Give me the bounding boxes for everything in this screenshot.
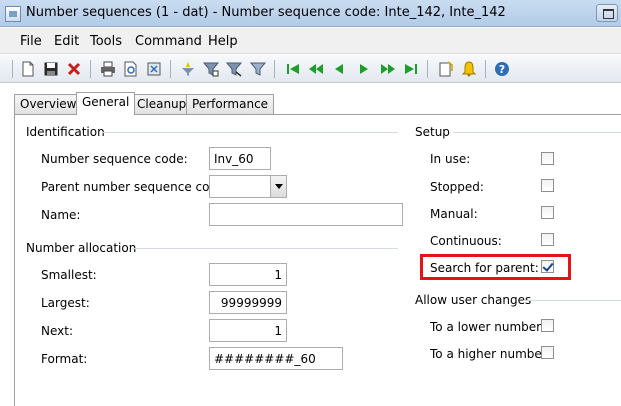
to-a-lower-number-label: To a lower number: (430, 320, 545, 334)
identification-heading: Identification (26, 125, 105, 139)
number-sequence-code-input[interactable] (209, 147, 271, 170)
parent-number-sequence-combo[interactable] (209, 175, 287, 198)
setup-heading: Setup (415, 125, 450, 139)
first-record-icon[interactable] (285, 61, 301, 77)
menu-command[interactable]: Command (135, 34, 202, 49)
allow-user-changes-divider (523, 300, 621, 301)
next-label: Next: (41, 324, 73, 338)
menu-tools[interactable]: Tools (90, 34, 122, 49)
continuous-checkbox[interactable] (541, 233, 554, 246)
next-record-icon[interactable] (356, 61, 372, 77)
next-page-icon[interactable] (380, 61, 396, 77)
window-title: Number sequences (1 - dat) - Number sequ… (26, 5, 506, 20)
allow-user-changes-heading: Allow user changes (415, 293, 532, 307)
advanced-filter-icon[interactable] (226, 61, 242, 77)
name-label: Name: (41, 208, 81, 222)
chevron-down-icon[interactable] (270, 176, 286, 197)
smallest-input[interactable] (209, 263, 287, 286)
tab-general[interactable]: General (76, 92, 136, 115)
identification-divider (102, 132, 398, 133)
in-use-checkbox[interactable] (541, 152, 554, 165)
format-label: Format: (41, 352, 88, 366)
name-input[interactable] (209, 203, 403, 226)
to-a-higher-number-checkbox[interactable] (541, 346, 554, 359)
smallest-label: Smallest: (41, 268, 97, 282)
document-handling-icon[interactable] (438, 61, 454, 77)
print-icon[interactable] (100, 61, 116, 77)
alert-icon[interactable] (461, 61, 477, 77)
largest-input[interactable] (209, 291, 287, 314)
menu-help[interactable]: Help (208, 34, 238, 49)
to-a-higher-number-label: To a higher number: (430, 347, 551, 361)
title-bar: Number sequences (1 - dat) - Number sequ… (0, 0, 621, 27)
maximize-button[interactable] (596, 4, 618, 22)
previous-record-icon[interactable] (331, 61, 347, 77)
tab-performance[interactable]: Performance (186, 94, 275, 114)
print-preview-icon[interactable] (123, 61, 139, 77)
menu-file[interactable]: File (20, 34, 42, 49)
number-allocation-heading: Number allocation (26, 241, 137, 255)
menu-bar: File Edit Tools Command Help (0, 28, 621, 54)
svg-text:?: ? (499, 63, 505, 76)
search-for-parent-highlight (420, 254, 571, 280)
to-a-lower-number-checkbox[interactable] (541, 319, 554, 332)
export-icon[interactable] (146, 61, 162, 77)
filter-by-selection-icon[interactable] (180, 61, 196, 77)
stopped-checkbox[interactable] (541, 179, 554, 192)
delete-icon[interactable] (66, 61, 82, 77)
new-record-icon[interactable] (20, 61, 36, 77)
save-icon[interactable] (43, 61, 59, 77)
manual-checkbox[interactable] (541, 206, 554, 219)
manual-label: Manual: (430, 207, 478, 221)
toolbar-grip (12, 60, 13, 78)
previous-page-icon[interactable] (308, 61, 324, 77)
toolbar-separator (90, 60, 91, 78)
menu-edit[interactable]: Edit (54, 34, 79, 49)
app-icon (5, 6, 21, 22)
continuous-label: Continuous: (430, 234, 502, 248)
parent-number-sequence-code-label: Parent number sequence code: (41, 180, 229, 194)
largest-label: Largest: (41, 296, 90, 310)
tab-cleanup[interactable]: Cleanup (131, 94, 193, 114)
number-sequence-code-label: Number sequence code: (41, 152, 188, 166)
next-input[interactable] (209, 319, 287, 342)
tab-overview[interactable]: Overview (14, 94, 83, 114)
toolbar-separator (485, 60, 486, 78)
remove-filter-icon[interactable] (250, 61, 266, 77)
format-input[interactable] (209, 347, 343, 370)
number-allocation-divider (132, 248, 398, 249)
toolbar-separator (427, 60, 428, 78)
toolbar-separator (170, 60, 171, 78)
last-record-icon[interactable] (403, 61, 419, 77)
stopped-label: Stopped: (430, 180, 484, 194)
filter-by-grid-icon[interactable] (203, 61, 219, 77)
help-icon[interactable]: ? (494, 61, 510, 77)
in-use-label: In use: (430, 152, 471, 166)
toolbar: ? (0, 55, 621, 83)
toolbar-separator (274, 60, 275, 78)
setup-divider (453, 132, 621, 133)
